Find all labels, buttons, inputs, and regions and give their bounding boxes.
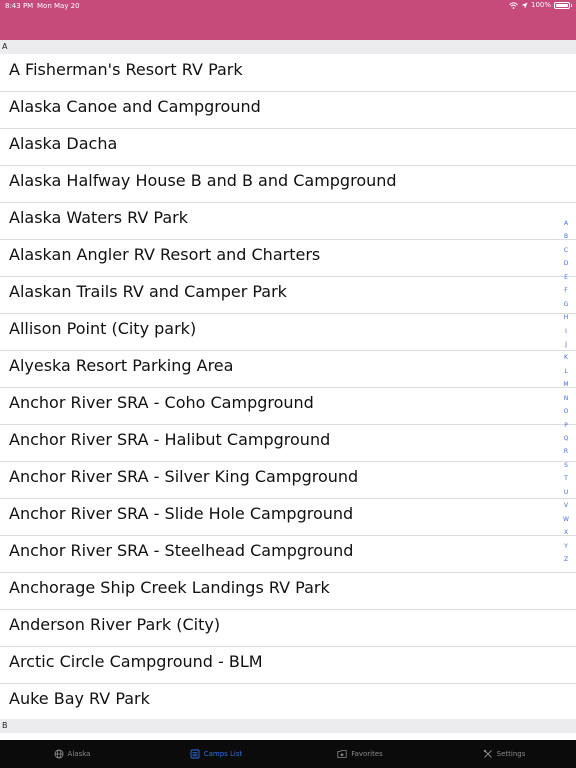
list-item[interactable]: Arctic Circle Campground - BLM xyxy=(0,647,576,684)
alphabet-index[interactable]: ABCDEFGHIJKLMNOPQRSTUVWXYZ xyxy=(559,217,573,566)
tab-label: Settings xyxy=(496,750,526,758)
list-item[interactable]: A Fisherman's Resort RV Park xyxy=(0,55,576,92)
index-letter[interactable]: Q xyxy=(564,432,569,445)
index-letter[interactable]: G xyxy=(564,298,569,311)
tab-bar: Alaska Camps List Favorites Settings xyxy=(0,740,576,768)
index-letter[interactable]: S xyxy=(564,459,568,472)
index-letter[interactable]: H xyxy=(564,311,569,324)
index-letter[interactable]: D xyxy=(564,257,569,270)
tab-label: Camps List xyxy=(203,750,243,758)
tools-icon xyxy=(483,749,492,758)
list-item[interactable]: Anchor River SRA - Coho Campground xyxy=(0,388,576,425)
index-letter[interactable]: K xyxy=(564,351,568,364)
list-item[interactable]: Anchor River SRA - Slide Hole Campground xyxy=(0,499,576,536)
index-letter[interactable]: V xyxy=(564,499,568,512)
index-letter[interactable]: Z xyxy=(564,553,568,566)
index-letter[interactable]: A xyxy=(564,217,568,230)
index-letter[interactable]: B xyxy=(564,230,568,243)
index-letter[interactable]: W xyxy=(563,513,569,526)
tab-favorites[interactable]: Favorites xyxy=(288,740,432,768)
list-item[interactable]: Allison Point (City park) xyxy=(0,314,576,351)
index-letter[interactable]: F xyxy=(564,284,567,297)
index-letter[interactable]: J xyxy=(565,338,567,351)
index-letter[interactable]: P xyxy=(564,419,568,432)
list-icon xyxy=(190,749,200,759)
list-item[interactable]: Anderson River Park (City) xyxy=(0,610,576,647)
battery-percent: 100% xyxy=(530,1,551,9)
tab-label: Alaska xyxy=(67,750,91,758)
wifi-icon xyxy=(509,1,518,9)
status-date: Mon May 20 xyxy=(37,2,80,10)
globe-icon xyxy=(54,749,63,759)
index-letter[interactable]: Y xyxy=(564,540,568,553)
list-item[interactable]: Anchor River SRA - Steelhead Campground xyxy=(0,536,576,573)
tab-label: Favorites xyxy=(351,750,383,758)
index-letter[interactable]: U xyxy=(564,486,568,499)
index-letter[interactable]: I xyxy=(565,325,567,338)
index-letter[interactable]: E xyxy=(564,271,568,284)
index-letter[interactable]: O xyxy=(564,405,569,418)
list-item[interactable]: Alaskan Trails RV and Camper Park xyxy=(0,277,576,314)
tab-camps-list[interactable]: Camps List xyxy=(144,740,288,768)
section-header-a: A xyxy=(0,40,576,54)
list-item[interactable]: Alyeska Resort Parking Area xyxy=(0,351,576,388)
index-letter[interactable]: T xyxy=(564,472,568,485)
status-bar: 8:43 PM Mon May 20 100% xyxy=(0,0,576,40)
index-letter[interactable]: C xyxy=(564,244,568,257)
status-indicators: 100% xyxy=(509,1,572,9)
location-arrow-icon xyxy=(521,1,528,9)
list-item[interactable]: Alaska Canoe and Campground xyxy=(0,92,576,129)
list-item[interactable]: Anchor River SRA - Halibut Campground xyxy=(0,425,576,462)
tab-alaska[interactable]: Alaska xyxy=(0,740,144,768)
list-item[interactable]: Auke Bay RV Park xyxy=(0,684,576,721)
list-item[interactable]: Anchorage Ship Creek Landings RV Park xyxy=(0,573,576,610)
camp-list: A Fisherman's Resort RV Park Alaska Canoe… xyxy=(0,55,576,721)
index-letter[interactable]: X xyxy=(564,526,568,539)
list-item[interactable]: Alaskan Angler RV Resort and Charters xyxy=(0,240,576,277)
tab-settings[interactable]: Settings xyxy=(432,740,576,768)
star-folder-icon xyxy=(337,750,347,758)
status-time: 8:43 PM xyxy=(5,2,34,10)
list-item[interactable]: Alaska Waters RV Park xyxy=(0,203,576,240)
list-item[interactable]: Alaska Halfway House B and B and Campgro… xyxy=(0,166,576,203)
section-header-b: B xyxy=(0,719,576,733)
index-letter[interactable]: R xyxy=(564,445,568,458)
list-item[interactable]: Alaska Dacha xyxy=(0,129,576,166)
index-letter[interactable]: L xyxy=(564,365,567,378)
index-letter[interactable]: M xyxy=(563,378,568,391)
list-item[interactable]: Anchor River SRA - Silver King Campgroun… xyxy=(0,462,576,499)
index-letter[interactable]: N xyxy=(564,392,569,405)
battery-icon xyxy=(554,1,572,9)
